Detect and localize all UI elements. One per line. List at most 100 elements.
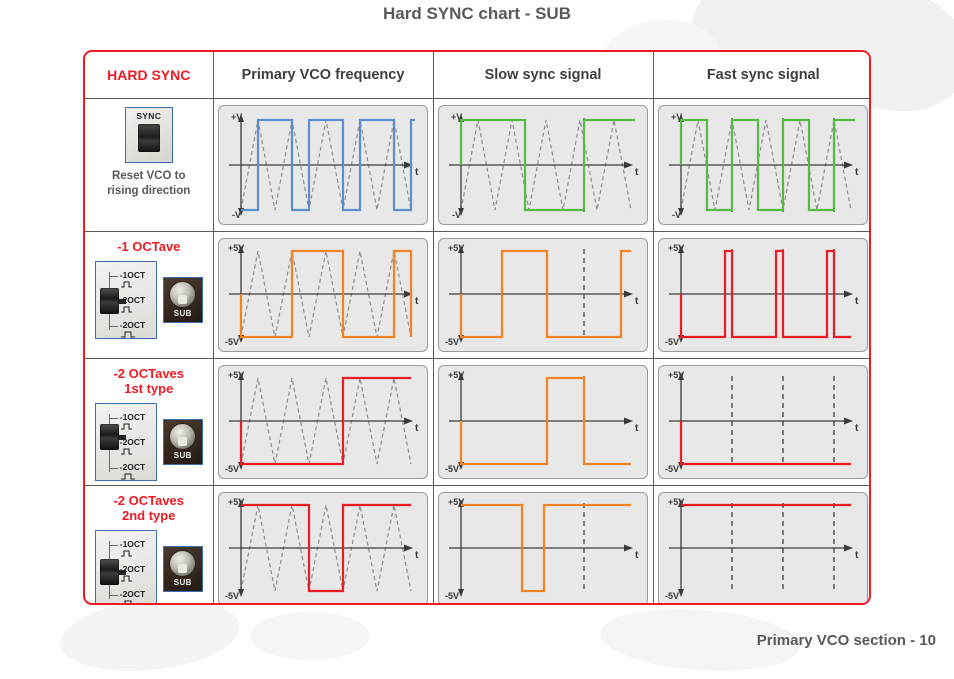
- row-title-minus-2-octaves-2nd: -2 OCTaves 2nd type: [113, 493, 184, 524]
- table-row: -1 OCTave -1OCT -2OCT -2OCT SUB +5V -5V …: [85, 231, 869, 359]
- octave-switch-lever[interactable]: [99, 287, 119, 314]
- waveform-plot-r4c1: +5V -5V t: [218, 492, 428, 603]
- x-axis-arrow: [624, 544, 633, 552]
- page-title: Hard SYNC chart - SUB: [383, 4, 571, 23]
- waveform-plot-r4c2: +5V -5V t: [438, 492, 648, 603]
- plot-cell-r2-fast-sync: +5V -5V t: [652, 231, 869, 359]
- axis-label-bottom: -V: [232, 210, 241, 220]
- axis-label-time: t: [415, 296, 419, 307]
- axis-label-bottom: -5V: [445, 337, 459, 347]
- plot-cell-r4-primary-vco: +5V -5V t: [212, 485, 434, 603]
- plot-cell-r2-primary-vco: +5V -5V t: [212, 231, 434, 359]
- octave-option-2oct-b[interactable]: -2OCT: [120, 463, 146, 472]
- axis-label-time: t: [855, 167, 859, 178]
- sub-knob-dial[interactable]: [169, 550, 197, 578]
- table-row: -2 OCTaves 1st type -1OCT -2OCT -2OCT SU…: [85, 358, 869, 486]
- plot-axes: [449, 249, 627, 339]
- axis-label-bottom: -V: [672, 210, 681, 220]
- header-cell-fast-sync: Fast sync signal: [652, 52, 869, 99]
- row-title-minus-1-octave: -1 OCTave: [117, 239, 181, 254]
- row-title-line1: -2 OCTaves: [113, 366, 185, 381]
- axis-label-top: +5V: [668, 370, 684, 380]
- row-title-minus-2-octaves-1st: -2 OCTaves 1st type: [113, 366, 185, 397]
- axis-label-time: t: [855, 423, 859, 434]
- waveform-plot-r2c3: +5V -5V t: [658, 238, 869, 352]
- sub-knob-label: SUB: [173, 578, 192, 588]
- column-header-slow-sync: Slow sync signal: [484, 67, 602, 83]
- octave-option-1oct[interactable]: -1OCT: [120, 540, 146, 549]
- plot-cell-r4-slow-sync: +5V -5V t: [432, 485, 654, 603]
- row-title-line2: 1st type: [124, 380, 174, 396]
- sub-knob-label: SUB: [173, 451, 192, 461]
- header-cell-hard-sync: HARD SYNC: [85, 52, 214, 99]
- axis-label-top: +5V: [448, 370, 464, 380]
- sub-knob-label: SUB: [173, 309, 192, 319]
- axis-label-top: +V: [231, 112, 242, 122]
- axis-label-top: +5V: [228, 370, 244, 380]
- waveform-plot-r1c2: +V -V t: [438, 105, 648, 225]
- axis-label-top: +5V: [228, 243, 244, 253]
- table-row: SYNC Reset VCO to rising direction +V -V…: [85, 98, 869, 232]
- octave-selector-switch[interactable]: -1OCT -2OCT -2OCT: [94, 529, 157, 603]
- octave-selector-switch[interactable]: -1OCT -2OCT -2OCT: [94, 402, 157, 481]
- square-wave-icon: [120, 423, 132, 430]
- octave-control-group-row3: -1OCT -2OCT -2OCT SUB: [94, 402, 203, 481]
- octave-option-1oct[interactable]: -1OCT: [120, 271, 146, 280]
- axis-label-time: t: [415, 167, 419, 178]
- sub-knob-control[interactable]: SUB: [162, 545, 203, 592]
- square-wave-icon: [124, 600, 132, 603]
- x-axis-arrow: [844, 544, 854, 552]
- plot-axes: [669, 249, 848, 339]
- axis-label-bottom: -5V: [225, 464, 239, 474]
- hard-sync-caption-line1: Reset VCO to: [111, 170, 186, 182]
- plot-cell-r1-slow-sync: +V -V t: [432, 98, 654, 232]
- table-header-row: HARD SYNC Primary VCO frequency Slow syn…: [85, 52, 869, 99]
- axis-label-time: t: [415, 550, 419, 561]
- waveform-plot-r3c2: +5V -5V t: [438, 365, 648, 479]
- waveform-plot-r2c2: +5V -5V t: [438, 238, 648, 352]
- octave-selector-switch[interactable]: -1OCT -2OCT -2OCT: [94, 260, 157, 339]
- x-axis-arrow: [844, 290, 854, 298]
- octave-option-2oct-b[interactable]: -2OCT: [120, 590, 146, 599]
- octave-switch-lever[interactable]: [99, 423, 119, 450]
- square-wave-icon: [120, 281, 132, 288]
- waveform-plot-r2c1: +5V -5V t: [218, 238, 428, 352]
- plot-cell-r3-fast-sync: +5V -5V t: [652, 358, 869, 486]
- axis-label-bottom: -5V: [445, 464, 459, 474]
- sub-knob-control[interactable]: SUB: [162, 418, 203, 465]
- octave-control-group-row4: -1OCT -2OCT -2OCT SUB: [94, 529, 203, 603]
- waveform-plot-r1c1: +V -V t: [218, 105, 428, 225]
- sub-knob-dial[interactable]: [169, 281, 197, 309]
- octave-switch-lever[interactable]: [99, 558, 119, 585]
- axis-label-bottom: -5V: [445, 591, 459, 601]
- x-axis-arrow: [404, 417, 413, 425]
- axis-label-bottom: -5V: [665, 337, 679, 347]
- plot-axes: [229, 249, 407, 339]
- axis-label-bottom: -5V: [665, 464, 679, 474]
- table-row: -2 OCTaves 2nd type -1OCT -2OCT -2OCT SU…: [85, 485, 869, 603]
- octave-option-2oct-b[interactable]: -2OCT: [120, 321, 146, 330]
- header-cell-slow-sync: Slow sync signal: [432, 52, 654, 99]
- x-axis-arrow: [404, 544, 413, 552]
- row-label-cell-minus-2-octaves-2nd: -2 OCTaves 2nd type -1OCT -2OCT -2OCT SU…: [85, 485, 214, 603]
- chart-grid: HARD SYNC Primary VCO frequency Slow syn…: [85, 52, 869, 603]
- axis-label-time: t: [635, 423, 639, 434]
- axis-label-time: t: [635, 167, 639, 178]
- x-axis-arrow: [624, 417, 633, 425]
- row-label-cell-hard-sync: SYNC Reset VCO to rising direction: [85, 98, 214, 232]
- sub-knob-control[interactable]: SUB: [162, 276, 203, 323]
- plot-axes: [229, 503, 407, 593]
- plot-axes: [449, 503, 627, 593]
- square-wave-icon: [120, 331, 135, 338]
- column-header-primary-vco: Primary VCO frequency: [241, 67, 405, 83]
- axis-label-bottom: -5V: [665, 591, 679, 601]
- axis-label-top: +5V: [448, 243, 464, 253]
- sync-switch-lever[interactable]: [137, 124, 160, 152]
- x-axis-arrow: [624, 290, 633, 298]
- sub-knob-dial[interactable]: [169, 423, 197, 451]
- octave-option-1oct[interactable]: -1OCT: [120, 413, 146, 422]
- row-label-cell-minus-1-octave: -1 OCTave -1OCT -2OCT -2OCT SUB: [85, 231, 214, 359]
- row-title-line2: 2nd type: [122, 507, 176, 523]
- sync-switch-control[interactable]: SYNC: [124, 107, 173, 163]
- plot-axes: [449, 376, 627, 466]
